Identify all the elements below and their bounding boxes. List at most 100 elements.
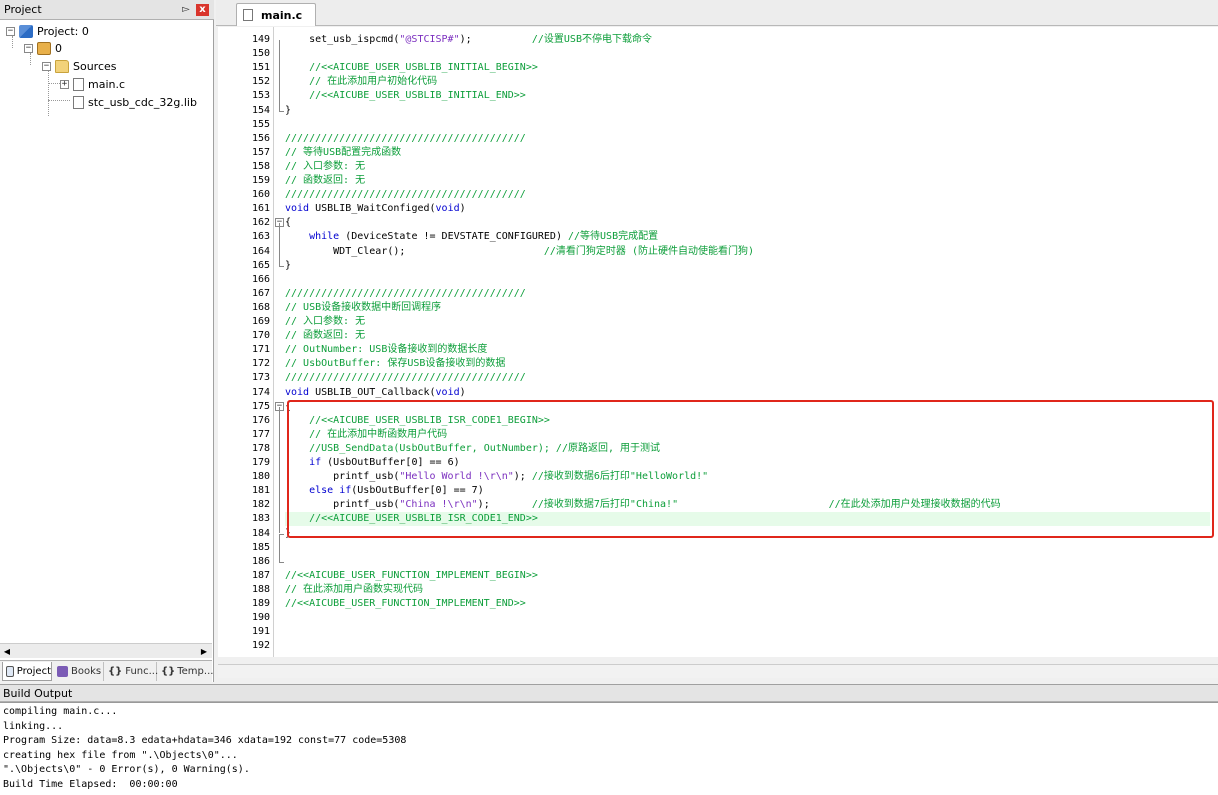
code-line[interactable]: // 等待USB配置完成函数 (285, 146, 401, 160)
tree-item-main-c-label: main.c (88, 78, 126, 91)
code-line[interactable]: //////////////////////////////////////// (285, 287, 526, 301)
line-number: 152 (251, 76, 270, 88)
project-panel-title: Project (4, 3, 42, 16)
line-number: 155 (251, 118, 270, 130)
code-line[interactable]: // 在此添加中断函数用户代码 (285, 428, 447, 442)
target-icon (37, 42, 51, 55)
template-icon: {} (161, 666, 176, 677)
build-output-panel: compiling main.c... linking... Program Siz… (0, 702, 1218, 795)
line-number: 154 (251, 104, 270, 116)
code-line[interactable]: printf_usb("Hello World !\r\n"); //接收到数据… (285, 470, 708, 484)
collapse-icon[interactable]: − (24, 44, 33, 53)
line-number: 174 (251, 386, 270, 398)
tab-main-c[interactable]: main.c (236, 3, 316, 26)
tree-item-sources[interactable]: − Sources (42, 58, 117, 75)
editor-tabbar: main.c (216, 0, 1218, 26)
editor-horizontal-scrollbar[interactable] (218, 664, 1218, 678)
line-number: 156 (251, 132, 270, 144)
code-line[interactable]: // 入口参数: 无 (285, 315, 365, 329)
line-number: 151 (251, 62, 270, 74)
code-line[interactable]: printf_usb("China !\r\n"); //接收到数据7后打印"C… (285, 498, 1000, 512)
code-line[interactable]: // USB设备接收数据中断回调程序 (285, 301, 441, 315)
scroll-right-icon[interactable]: ▶ (199, 646, 209, 657)
tab-project-label: Project (16, 665, 51, 677)
code-line[interactable]: //<<AICUBE_USER_USBLIB_INITIAL_END>> (285, 89, 526, 103)
code-line[interactable]: //////////////////////////////////////// (285, 132, 526, 146)
code-line[interactable]: //<<AICUBE_USER_USBLIB_INITIAL_BEGIN>> (285, 61, 538, 75)
tab-functions-label: Func... (125, 666, 159, 677)
project-panel-tabs: Project Books {} Func... {} Temp... (0, 660, 213, 682)
line-number: 149 (251, 34, 270, 45)
fold-guide (279, 223, 280, 266)
code-line[interactable]: //<<AICUBE_USER_FUNCTION_IMPLEMENT_END>> (285, 597, 526, 611)
close-icon[interactable]: x (196, 4, 209, 16)
code-line[interactable]: //////////////////////////////////////// (285, 188, 526, 202)
line-number: 175 (251, 400, 270, 412)
line-number: 161 (251, 203, 270, 215)
expand-icon[interactable]: + (60, 80, 69, 89)
code-line[interactable]: //<<AICUBE_USER_FUNCTION_IMPLEMENT_BEGIN… (285, 569, 538, 583)
code-line[interactable]: //<<AICUBE_USER_USBLIB_ISR_CODE1_END>> (285, 512, 1210, 527)
code-line[interactable]: while (DeviceState != DEVSTATE_CONFIGURE… (285, 230, 658, 244)
code-line[interactable]: void USBLIB_OUT_Callback(void) (285, 386, 466, 400)
code-line[interactable]: //<<AICUBE_USER_USBLIB_ISR_CODE1_BEGIN>> (285, 414, 550, 428)
line-number: 165 (251, 259, 270, 271)
project-horizontal-scrollbar[interactable]: ◀ ▶ (0, 643, 212, 658)
code-line[interactable]: else if(UsbOutBuffer[0] == 7) (285, 484, 484, 498)
build-output-line: linking... (3, 720, 64, 732)
line-number: 181 (251, 485, 270, 497)
code-line[interactable]: } (285, 527, 291, 541)
code-line[interactable]: // 函数返回: 无 (285, 329, 365, 343)
code-line[interactable]: // 入口参数: 无 (285, 160, 365, 174)
code-editor[interactable]: set_usb_ispcmd("@STCISP#"); //设置USB不停电下载… (285, 27, 1218, 657)
line-number-gutter: 149 150 151 152 153 154 155 156 157 158 159 160 161 1… (218, 27, 274, 657)
file-icon (73, 96, 84, 109)
line-number: 169 (251, 316, 270, 327)
code-line[interactable]: // 在此添加用户函数实现代码 (285, 583, 423, 597)
tree-item-lib-label: stc_usb_cdc_32g.lib (88, 96, 197, 109)
code-line[interactable]: } (285, 259, 291, 273)
collapse-icon[interactable]: − (42, 62, 51, 71)
code-line[interactable]: //USB_SendData(UsbOutBuffer, OutNumber);… (285, 442, 660, 456)
line-number: 172 (251, 358, 270, 370)
books-icon (57, 666, 68, 677)
collapse-icon[interactable]: − (6, 27, 15, 36)
code-line[interactable]: //////////////////////////////////////// (285, 371, 526, 385)
fold-guide-end (279, 265, 284, 267)
scroll-left-icon[interactable]: ◀ (2, 646, 12, 657)
code-line[interactable]: WDT_Clear(); //清看门狗定时器 (防止硬件自动使能看门狗) (285, 245, 754, 259)
tree-item-target[interactable]: − 0 (24, 40, 62, 57)
code-line[interactable]: void USBLIB_WaitConfiged(void) (285, 202, 466, 216)
code-line[interactable]: { (285, 216, 291, 230)
tab-books[interactable]: Books (54, 662, 104, 681)
pin-icon[interactable]: ▻ (180, 3, 192, 17)
tree-item-main-c[interactable]: + main.c (60, 76, 125, 93)
line-number: 167 (251, 287, 270, 299)
line-number: 180 (251, 471, 270, 483)
build-output-line: compiling main.c... (3, 706, 118, 717)
tree-item-lib[interactable]: stc_usb_cdc_32g.lib (73, 94, 197, 111)
tree-item-project[interactable]: − Project: 0 (6, 23, 89, 40)
braces-icon: {} (108, 666, 123, 677)
tab-templates[interactable]: {} Temp... (158, 662, 213, 681)
fold-guide (279, 406, 280, 534)
code-line[interactable]: // OutNumber: USB设备接收到的数据长度 (285, 343, 487, 357)
code-line[interactable]: // UsbOutBuffer: 保存USB设备接收到的数据 (285, 357, 505, 371)
code-line[interactable]: // 函数返回: 无 (285, 174, 365, 188)
code-line[interactable]: if (UsbOutBuffer[0] == 6) (285, 456, 460, 470)
line-number: 177 (251, 428, 270, 440)
tab-main-c-label: main.c (261, 8, 303, 22)
fold-guide (279, 40, 280, 111)
build-output-line: creating hex file from ".\Objects\0"... (3, 749, 238, 761)
line-number: 178 (251, 442, 270, 454)
code-line[interactable]: set_usb_ispcmd("@STCISP#"); //设置USB不停电下载… (285, 33, 652, 47)
line-number: 153 (251, 90, 270, 102)
line-number: 159 (251, 175, 270, 186)
folder-icon (55, 60, 69, 73)
tab-books-label: Books (71, 666, 102, 677)
tab-functions[interactable]: {} Func... (105, 662, 159, 681)
code-line[interactable]: // 在此添加用户初始化代码 (285, 75, 437, 89)
tab-project[interactable]: Project (2, 662, 52, 681)
code-line[interactable]: } (285, 104, 291, 118)
code-line[interactable]: { (285, 400, 291, 414)
